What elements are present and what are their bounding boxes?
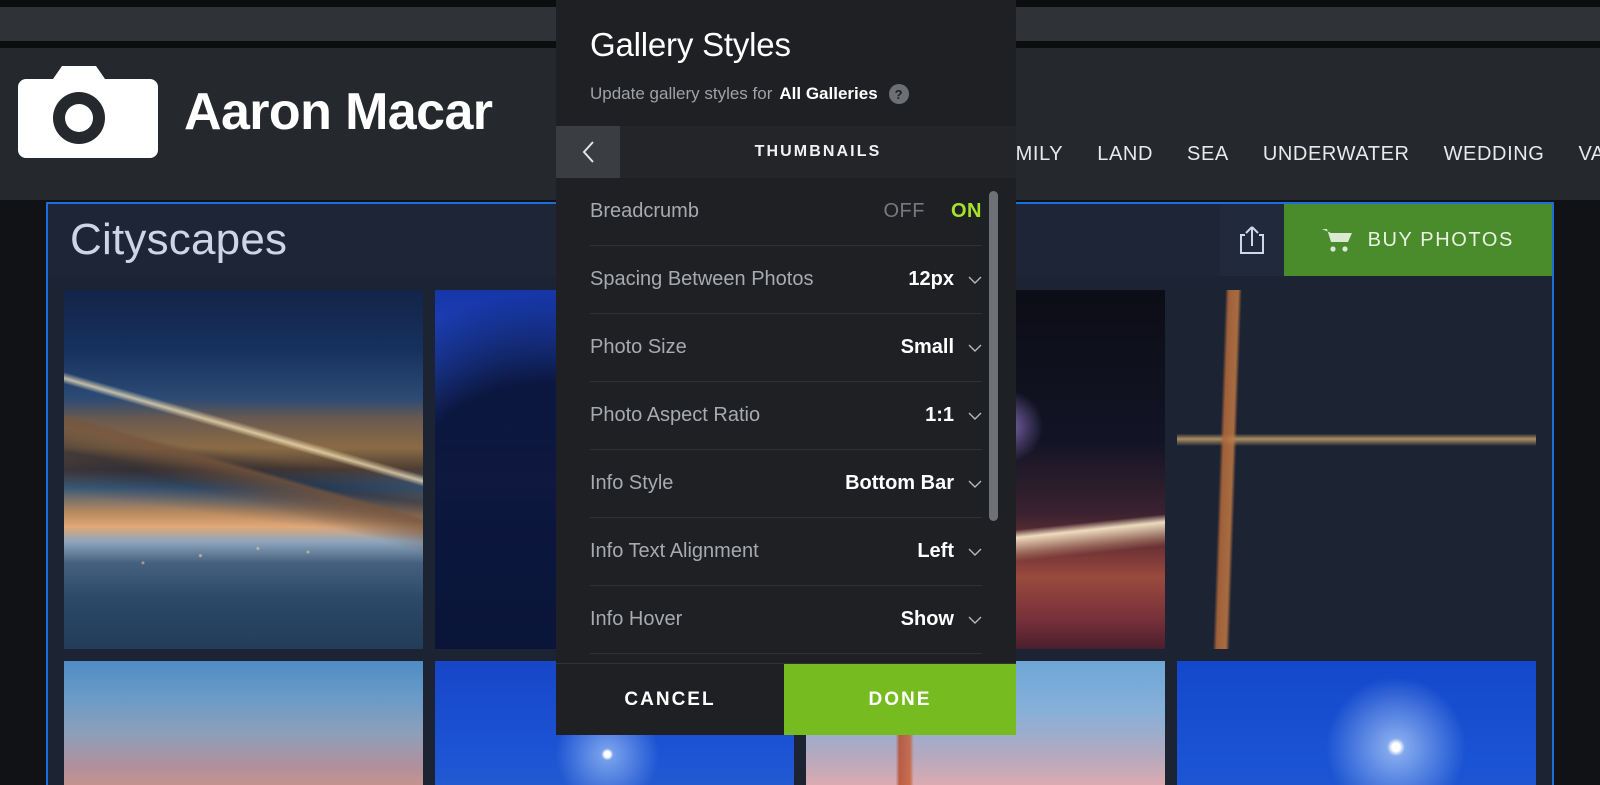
setting-label: Photo Size [590, 336, 687, 358]
chevron-down-icon [968, 616, 982, 624]
panel-subtitle: Update gallery styles for All Galleries … [590, 84, 982, 104]
breadcrumb-toggle[interactable]: OFF ON [884, 200, 983, 223]
chevron-down-icon [968, 344, 982, 352]
gallery-styles-panel: Gallery Styles Update gallery styles for… [556, 0, 1016, 735]
tab-thumbnails[interactable]: THUMBNAILS [620, 126, 1016, 178]
setting-value: 1:1 [925, 404, 954, 426]
setting-value: Bottom Bar [845, 472, 954, 494]
nav-item-wedding[interactable]: WEDDING [1444, 143, 1545, 165]
setting-row-info-text-alignment[interactable]: Info Text Alignment Left [590, 518, 982, 586]
panel-scroll-track[interactable] [989, 178, 1007, 663]
nav-item-sea[interactable]: SEA [1187, 143, 1229, 165]
photo-transamerica-pyramid-skyline [1177, 661, 1536, 785]
panel-title: Gallery Styles [590, 26, 791, 63]
setting-row-photo-aspect-ratio[interactable]: Photo Aspect Ratio 1:1 [590, 382, 982, 450]
back-button[interactable] [556, 126, 620, 178]
photo-golden-gate-above-fog [1177, 290, 1536, 649]
panel-subtitle-prefix: Update gallery styles for [590, 84, 773, 103]
setting-value: Left [917, 540, 954, 562]
setting-value-group[interactable]: 12px [908, 268, 982, 291]
cart-icon [1321, 229, 1352, 252]
done-button[interactable]: DONE [784, 664, 1016, 735]
setting-label: Breadcrumb [590, 200, 699, 222]
page-title: Cityscapes [70, 215, 288, 264]
panel-settings-list: Breadcrumb OFF ON Spacing Between Photos… [556, 178, 1016, 663]
gallery-actions: BUY PHOTOS [1219, 204, 1552, 276]
setting-value: 12px [908, 268, 954, 290]
setting-value-group[interactable]: Small [901, 336, 982, 359]
toggle-on-label[interactable]: ON [951, 200, 982, 223]
setting-row-spacing-between-photos[interactable]: Spacing Between Photos 12px [590, 246, 982, 314]
setting-value-group[interactable]: Show [901, 608, 982, 631]
chevron-down-icon [968, 480, 982, 488]
site-nav: FAMILYLANDSEAUNDERWATERWEDDINGVACATION [956, 140, 1600, 168]
setting-value-group[interactable]: 1:1 [925, 404, 982, 427]
panel-footer: CANCEL DONE [556, 663, 1016, 735]
buy-photos-button[interactable]: BUY PHOTOS [1283, 204, 1552, 276]
photo-thumbnail[interactable] [64, 661, 423, 785]
setting-label: Info Text Alignment [590, 540, 759, 562]
setting-value-group[interactable]: Left [917, 540, 982, 563]
photo-sunset-bay-panorama [64, 661, 423, 785]
setting-row-photo-size[interactable]: Photo Size Small [590, 314, 982, 382]
nav-item-land[interactable]: LAND [1097, 143, 1153, 165]
nav-item-underwater[interactable]: UNDERWATER [1263, 143, 1410, 165]
setting-label: Info Style [590, 472, 674, 494]
toggle-off-label[interactable]: OFF [884, 200, 926, 223]
chevron-down-icon [968, 548, 982, 556]
brand-name: Aaron Macar [184, 83, 493, 141]
camera-icon [18, 66, 158, 158]
site-brand[interactable]: Aaron Macar [18, 66, 493, 158]
panel-header: Gallery Styles Update gallery styles for… [556, 0, 1016, 126]
panel-scrollbar-thumb[interactable] [989, 191, 998, 521]
setting-row-info-hover[interactable]: Info Hover Show [590, 586, 982, 654]
cancel-button[interactable]: CANCEL [556, 664, 784, 735]
setting-row-breadcrumb[interactable]: Breadcrumb OFF ON [590, 178, 982, 246]
nav-item-vacation[interactable]: VACATION [1578, 143, 1600, 165]
setting-label: Info Hover [590, 608, 683, 630]
panel-scope-value[interactable]: All Galleries [779, 84, 877, 104]
photo-thumbnail[interactable] [64, 290, 423, 649]
setting-label: Spacing Between Photos [590, 268, 814, 290]
setting-value: Show [900, 608, 954, 630]
share-button[interactable] [1219, 204, 1284, 276]
setting-value: Small [900, 336, 954, 358]
setting-value-group[interactable]: Bottom Bar [845, 472, 982, 495]
photo-thumbnail[interactable] [1177, 661, 1536, 785]
setting-label: Photo Aspect Ratio [590, 404, 761, 426]
chevron-down-icon [968, 412, 982, 420]
setting-row-info-style[interactable]: Info Style Bottom Bar [590, 450, 982, 518]
help-icon[interactable]: ? [888, 84, 909, 104]
share-icon [1239, 226, 1264, 254]
panel-tab-row: THUMBNAILS [556, 126, 1016, 178]
photo-thumbnail[interactable] [1177, 290, 1536, 649]
chevron-left-icon [582, 141, 594, 163]
photo-bay-bridge-twilight [64, 290, 423, 649]
chevron-down-icon [968, 276, 982, 284]
buy-photos-label: BUY PHOTOS [1367, 228, 1514, 251]
